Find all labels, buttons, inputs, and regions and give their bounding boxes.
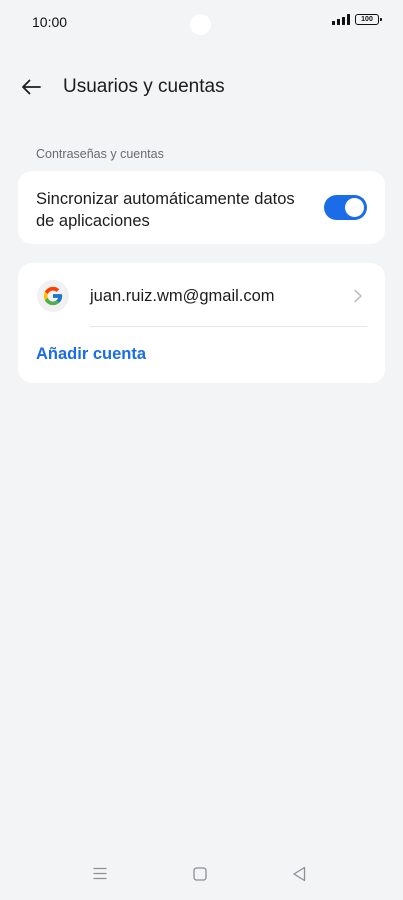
account-row-google[interactable]: juan.ruiz.wm@gmail.com [18,263,385,327]
chevron-right-icon [354,289,362,303]
sync-card: Sincronizar automáticamente datos de apl… [18,171,385,244]
back-icon[interactable] [292,866,306,882]
account-email: juan.ruiz.wm@gmail.com [90,287,275,305]
signal-icon [332,14,350,25]
divider [90,326,367,327]
header: Usuarios y cuentas [0,68,403,108]
sync-toggle[interactable] [324,195,367,220]
page-title: Usuarios y cuentas [63,76,225,97]
home-icon[interactable] [193,867,207,881]
status-icons: 100 [332,14,382,25]
status-bar: 10:00 100 [0,0,403,44]
nav-bar [0,860,403,890]
battery-level: 100 [361,16,373,23]
arrow-left-icon[interactable] [20,76,42,98]
add-account-button[interactable]: Añadir cuenta [36,345,146,364]
sync-label: Sincronizar automáticamente datos de apl… [36,190,295,230]
accounts-card: juan.ruiz.wm@gmail.com Añadir cuenta [18,263,385,383]
battery-icon: 100 [355,14,382,25]
status-time: 10:00 [32,14,68,30]
section-label: Contraseñas y cuentas [36,147,164,161]
menu-icon[interactable] [93,867,107,880]
toggle-knob [345,198,364,217]
camera-cutout [190,14,211,35]
screen: 10:00 100 Usuarios y cuentas Contraseñas… [0,0,403,900]
google-icon [37,280,69,312]
